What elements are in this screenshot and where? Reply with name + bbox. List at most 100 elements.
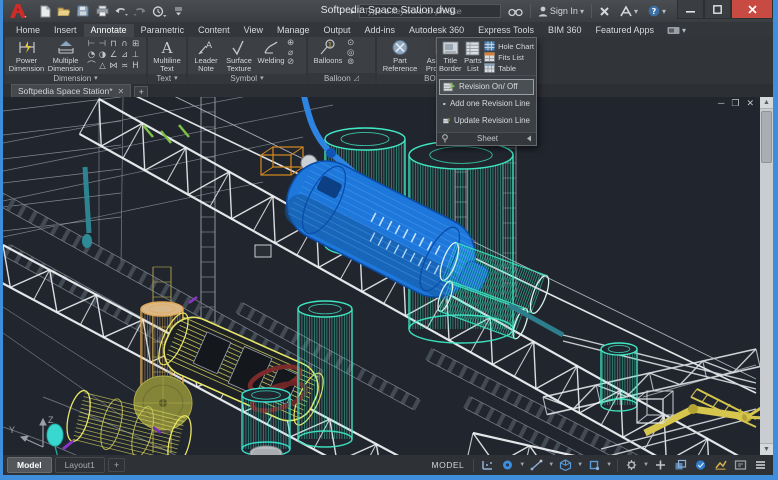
undo-button[interactable] (113, 4, 129, 19)
tab-autodesk-360[interactable]: Autodesk 360 (402, 24, 471, 37)
dimension-tool-icon[interactable]: △ (97, 61, 108, 72)
close-tab-icon[interactable]: ✕ (118, 87, 125, 96)
symbol-tool-icon[interactable]: ⊘ (287, 58, 294, 67)
balloons-button[interactable]: 1 Balloons (311, 38, 345, 65)
title-border-button[interactable]: Title Border (439, 40, 462, 74)
redo-button[interactable] (132, 4, 148, 19)
tab-bim-360[interactable]: BIM 360 (541, 24, 589, 37)
symbol-tool-icon[interactable]: ⊕ (287, 39, 294, 48)
power-dimension-button[interactable]: Power Dimension (8, 38, 45, 74)
surface-texture-button[interactable]: Surface Texture (223, 38, 255, 74)
close-button[interactable] (731, 0, 773, 19)
dimension-tool-icon[interactable]: ⊞ (130, 39, 141, 50)
doc-restore-icon[interactable]: ❐ (731, 99, 739, 108)
annotation-plus-button[interactable] (652, 458, 669, 473)
minimize-button[interactable] (677, 0, 704, 19)
panel-label-dimension[interactable]: Dimension▾ (5, 74, 146, 85)
scrollbar-thumb[interactable] (761, 111, 772, 163)
multiline-text-button[interactable]: A Multiline Text (151, 38, 183, 74)
exchange-apps-button[interactable] (596, 3, 613, 19)
tab-manage[interactable]: Manage (270, 24, 317, 37)
new-file-button[interactable] (37, 4, 53, 19)
isometric-drafting-toggle[interactable] (557, 458, 574, 473)
panel-label-balloon[interactable]: Balloon◿ (308, 73, 375, 84)
chevron-down-icon[interactable]: ▼ (577, 462, 583, 468)
symbol-tool-icon[interactable]: ⌀ (287, 49, 294, 58)
doc-close-icon[interactable]: ✕ (746, 99, 754, 108)
dimension-tool-icon[interactable]: ⌒ (86, 61, 97, 72)
tab-insert[interactable]: Insert (47, 24, 84, 37)
plot-button[interactable] (94, 4, 110, 19)
chevron-down-icon[interactable]: ▼ (643, 462, 649, 468)
performance-button[interactable] (712, 458, 729, 473)
multiple-dimension-button[interactable]: Multiple Dimension (47, 38, 84, 74)
model-space-indicator[interactable]: MODEL (432, 460, 465, 470)
search-button[interactable] (505, 3, 526, 19)
dimension-tool-icon[interactable]: ⊢ (86, 39, 97, 50)
balloon-tool-icon[interactable]: ◎ (347, 49, 354, 58)
tab-parametric[interactable]: Parametric (134, 24, 192, 37)
chevron-down-icon[interactable]: ▼ (606, 462, 612, 468)
dimension-tool-icon[interactable]: ◑ (97, 50, 108, 61)
doc-minimize-icon[interactable]: ─ (718, 99, 724, 108)
file-tab-active[interactable]: Softpedia Space Station* ✕ (11, 84, 131, 97)
polar-tracking-toggle[interactable] (528, 458, 545, 473)
grid-toggle[interactable] (479, 458, 496, 473)
dimension-tool-icon[interactable]: ⊣ (97, 39, 108, 50)
part-reference-button[interactable]: Part Reference (380, 38, 420, 74)
menu-item-revision-on-off[interactable]: Revision On/ Off (439, 79, 534, 95)
ribbon-display-toggle[interactable]: ▾ (661, 26, 692, 37)
dimension-tool-icon[interactable]: ⊓ (108, 39, 119, 50)
dimension-tool-icon[interactable]: ⊥ (130, 50, 141, 61)
workspace-gear-button[interactable] (623, 458, 640, 473)
dimension-tool-icon[interactable]: ◔ (86, 50, 97, 61)
object-snap-toggle[interactable] (586, 458, 603, 473)
balloon-tool-icon[interactable]: ⊚ (347, 58, 354, 67)
layout1-tab[interactable]: Layout1 (55, 457, 105, 473)
autodesk-360-button[interactable]: ▾ (617, 3, 641, 19)
dimension-tool-icon[interactable]: ⊿ (119, 50, 130, 61)
tab-add-ins[interactable]: Add-ins (358, 24, 403, 37)
dimension-tool-icon[interactable]: ∩ (119, 39, 130, 50)
isolate-objects-button[interactable] (672, 458, 689, 473)
sheet-panel-footer[interactable]: Sheet (437, 132, 536, 145)
menu-item-update-revision-line[interactable]: Update Revision Line (439, 113, 534, 129)
panel-label-symbol[interactable]: Symbol▾ (188, 74, 306, 85)
dimension-tool-icon[interactable]: ∠ (108, 50, 119, 61)
tab-home[interactable]: Home (9, 24, 47, 37)
tab-featured-apps[interactable]: Featured Apps (588, 24, 661, 37)
tab-express-tools[interactable]: Express Tools (471, 24, 541, 37)
chevron-down-icon[interactable]: ▼ (519, 462, 525, 468)
workspace-switch-button[interactable] (151, 4, 167, 19)
dimension-tool-icon[interactable]: H (130, 61, 141, 72)
model-tab[interactable]: Model (7, 457, 52, 473)
maximize-button[interactable] (704, 0, 731, 19)
help-button[interactable]: ? ▾ (645, 3, 669, 19)
dimension-tool-icon[interactable]: ≍ (119, 61, 130, 72)
snap-toggle[interactable] (499, 458, 516, 473)
fits-list-button[interactable]: Fits List (484, 52, 534, 62)
customization-menu-button[interactable] (752, 458, 769, 473)
save-file-button[interactable] (75, 4, 91, 19)
application-menu-button[interactable] (5, 1, 31, 21)
table-button[interactable]: Table (484, 63, 534, 73)
customize-qat-button[interactable] (170, 4, 186, 19)
sign-in-button[interactable]: Sign In ▾ (535, 3, 587, 19)
balloon-tool-icon[interactable]: ⊙ (347, 39, 354, 48)
welding-button[interactable]: Welding (257, 38, 285, 65)
tab-annotate[interactable]: Annotate (84, 24, 134, 37)
chevron-down-icon[interactable]: ▼ (548, 462, 554, 468)
menu-item-add-revision-line[interactable]: Add one Revision Line (439, 96, 534, 112)
clean-screen-button[interactable] (732, 458, 749, 473)
tab-content[interactable]: Content (191, 24, 237, 37)
hardware-acceleration-button[interactable] (692, 458, 709, 473)
model-space-canvas[interactable]: ZY ─ ❐ ✕ ▲ ▼ (3, 97, 773, 455)
new-layout-button[interactable]: + (108, 458, 125, 472)
vertical-scrollbar[interactable]: ▲ ▼ (760, 97, 773, 455)
tab-view[interactable]: View (237, 24, 270, 37)
dimension-tool-icon[interactable]: ⋈ (108, 61, 119, 72)
new-drawing-tab-button[interactable]: + (134, 86, 148, 97)
panel-label-text[interactable]: Text▾ (148, 74, 186, 85)
open-file-button[interactable] (56, 4, 72, 19)
hole-chart-button[interactable]: Hole Chart (484, 41, 534, 51)
